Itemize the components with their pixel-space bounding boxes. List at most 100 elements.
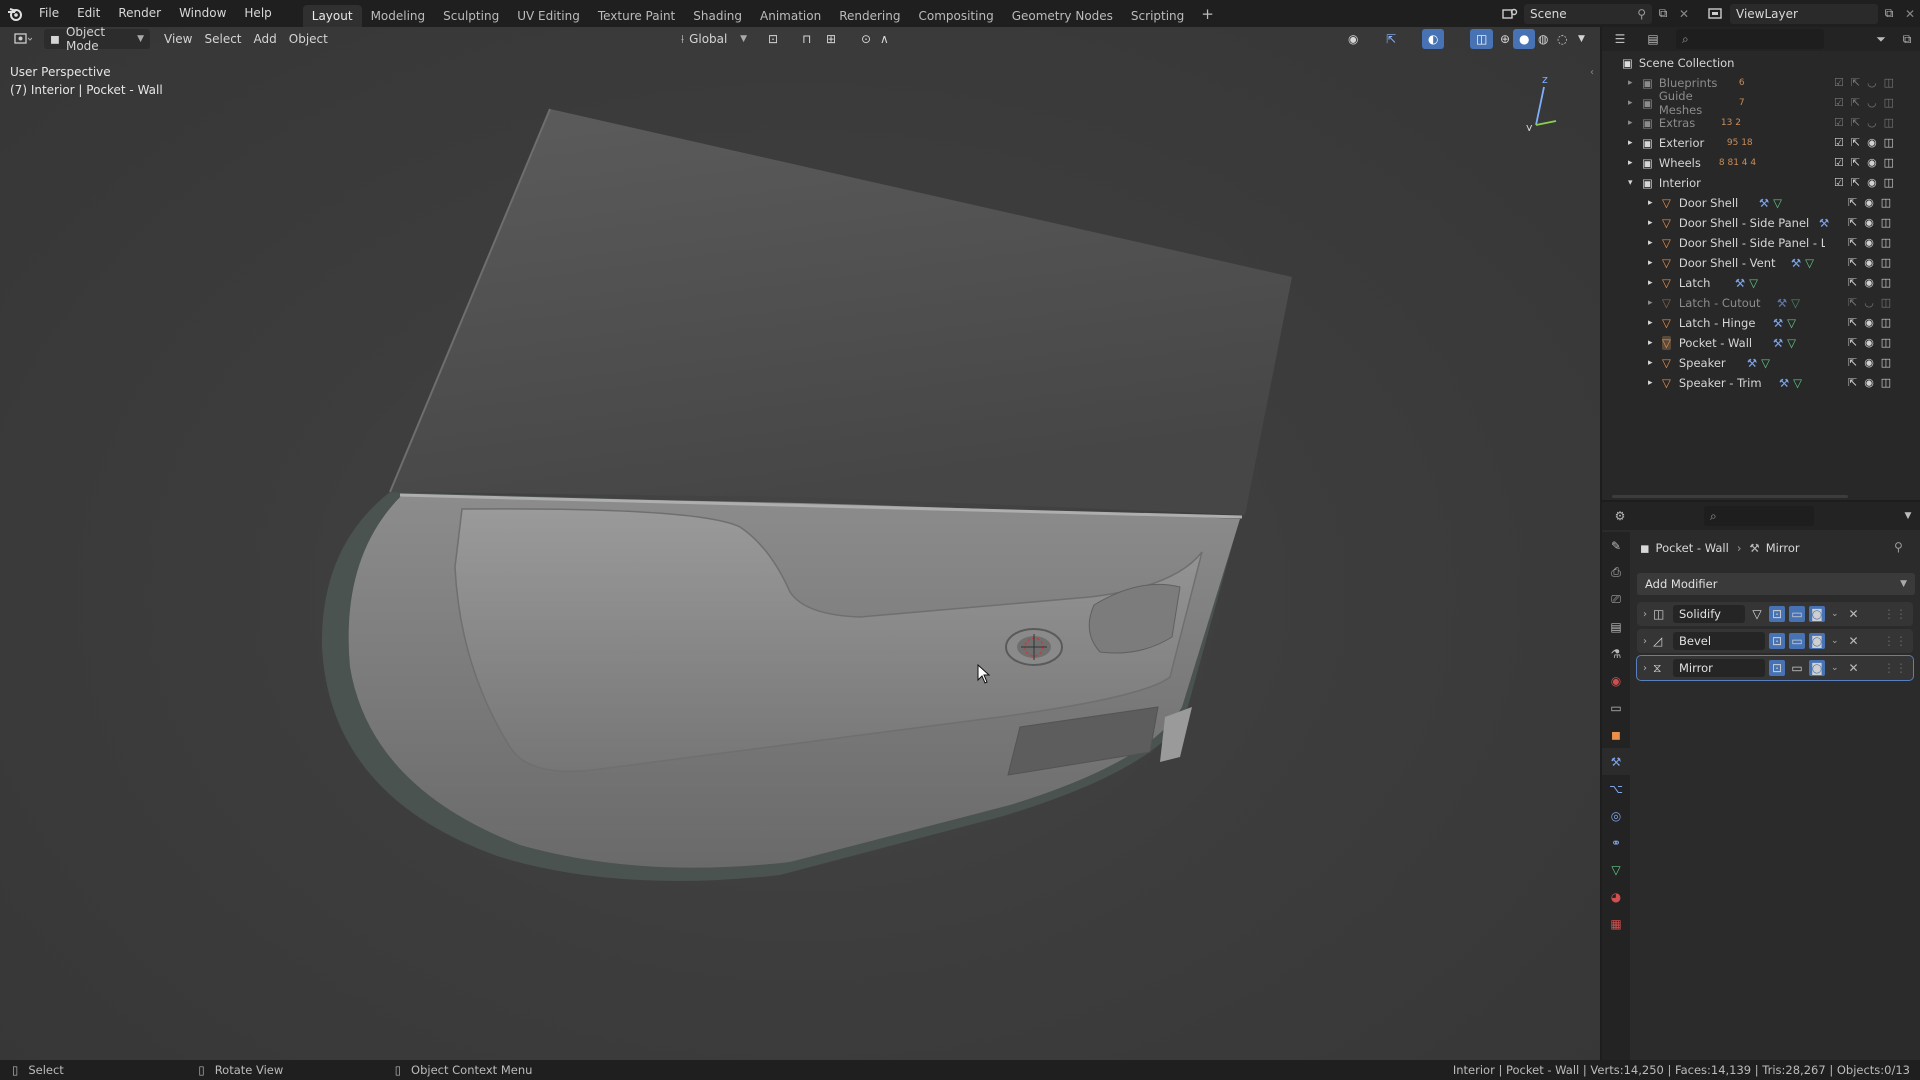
tab-compositing[interactable]: Compositing [909,5,1002,27]
menu-window[interactable]: Window [170,0,235,27]
tab-scripting[interactable]: Scripting [1122,5,1193,27]
properties-editor-type-icon[interactable]: ⚙ [1602,509,1638,523]
toggle-row[interactable]: ⇱ ◉ ◫ [1834,213,1918,233]
close-icon[interactable]: ✕ [1849,607,1859,621]
scene-tab-icon[interactable]: ⚗ [1602,640,1630,667]
expand-arrow-icon[interactable]: ▸ [1648,338,1662,348]
close-icon[interactable]: ✕ [1849,661,1859,675]
toggle-row[interactable]: ☑ ⇱ ◉ ◫ [1834,153,1918,173]
modifier-bevel[interactable]: › ◿ Bevel ⊡ ▭ ◙ ⌄ ✕ ⋮⋮ [1637,629,1913,653]
expand-arrow-icon[interactable]: › [1637,609,1653,620]
toggle-row[interactable]: ⇱ ◉ ◫ [1834,273,1918,293]
menu-render[interactable]: Render [109,0,170,27]
expand-arrow-icon[interactable]: ▸ [1648,198,1662,208]
expand-arrow-icon[interactable]: ▸ [1628,138,1642,148]
new-scene-icon[interactable]: ⧉ [1652,6,1674,21]
view-layer-tab-icon[interactable]: ▤ [1602,613,1630,640]
3d-viewport[interactable]: ◼ Object Mode ▼ View Select Add Object ⟊… [0,27,1600,1060]
drag-handle-icon[interactable]: ⋮⋮ [1883,634,1907,648]
toggle-row[interactable]: ☑ ⇱ ◉ ◫ [1834,173,1918,193]
new-view-layer-icon[interactable]: ⧉ [1878,6,1900,21]
render-display-icon[interactable]: ◙ [1809,633,1825,649]
outliner-editor-type-icon[interactable]: ☰ [1602,32,1638,46]
toggle-row[interactable]: ☑ ⇱ ◡ ◫ [1834,93,1918,113]
on-cage-icon[interactable]: ▽ [1749,606,1765,622]
modifier-tab-icon[interactable]: ⚒ [1602,748,1630,775]
expand-arrow-icon[interactable]: ▸ [1648,258,1662,268]
menu-edit[interactable]: Edit [68,0,109,27]
output-tab-icon[interactable]: ⎚ [1602,586,1630,613]
toggle-row[interactable]: ⇱ ◉ ◫ [1834,373,1918,393]
modifier-name[interactable]: Mirror [1673,659,1765,677]
expand-arrow-icon[interactable]: ▸ [1648,238,1662,248]
edit-mode-icon[interactable]: ⊡ [1769,660,1785,676]
toggle-row[interactable]: ⇱ ◉ ◫ [1834,253,1918,273]
tab-shading[interactable]: Shading [684,5,751,27]
edit-mode-icon[interactable]: ⊡ [1769,606,1785,622]
render-display-icon[interactable]: ◙ [1809,606,1825,622]
viewport-display-icon[interactable]: ▭ [1789,660,1805,676]
scene-field[interactable]: Scene ⚲ [1524,3,1652,24]
tab-sculpting[interactable]: Sculpting [434,5,508,27]
drag-handle-icon[interactable]: ⋮⋮ [1883,607,1907,621]
expand-arrow-icon[interactable]: ▸ [1648,358,1662,368]
chevron-down-icon[interactable]: ⌄ [1831,663,1839,673]
expand-arrow-icon[interactable]: › [1637,636,1653,647]
expand-arrow-icon[interactable]: ▸ [1648,378,1662,388]
render-display-icon[interactable]: ◙ [1809,660,1825,676]
object-tab-icon[interactable]: ◼ [1602,721,1630,748]
collection-tab-icon[interactable]: ▭ [1602,694,1630,721]
physics-tab-icon[interactable]: ◎ [1602,802,1630,829]
menu-file[interactable]: File [30,0,68,27]
view-layer-icon[interactable] [1702,7,1730,21]
options-chevron-icon[interactable]: ▼ [1896,511,1920,521]
viewport-display-icon[interactable]: ▭ [1789,633,1805,649]
properties-search-input[interactable]: ⌕ [1704,506,1814,526]
expand-arrow-icon[interactable]: › [1637,663,1653,674]
modifier-name[interactable]: Solidify [1673,605,1745,623]
outliner-search-input[interactable]: ⌕ [1676,29,1824,49]
pin-icon[interactable]: ⚲ [1637,7,1646,21]
add-workspace-icon[interactable]: + [1193,5,1222,23]
expand-arrow-icon[interactable]: ▸ [1648,218,1662,228]
modifier-mirror[interactable]: › ⧖ Mirror ⊡ ▭ ◙ ⌄ ✕ ⋮⋮ [1636,655,1914,681]
toggle-row[interactable]: ⇱ ◡ ◫ [1834,293,1918,313]
expand-arrow-icon[interactable]: ▸ [1648,298,1662,308]
tool-tab-icon[interactable]: ✎ [1602,532,1630,559]
tab-rendering[interactable]: Rendering [830,5,909,27]
outliner-scrollbar[interactable] [1612,495,1848,498]
delete-view-layer-icon[interactable]: ✕ [1900,7,1920,21]
tab-modeling[interactable]: Modeling [362,5,435,27]
tree-row-scene-collection[interactable]: ▣ Scene Collection [1602,53,1920,73]
chevron-down-icon[interactable]: ⌄ [1831,636,1839,646]
toggle-row[interactable]: ⇱ ◉ ◫ [1834,233,1918,253]
data-tab-icon[interactable]: ▽ [1602,856,1630,883]
expand-arrow-icon[interactable]: ▸ [1628,118,1642,128]
toggle-row[interactable]: ☑ ⇱ ◉ ◫ [1834,133,1918,153]
outliner-panel[interactable]: ☰ ▤ ⌕ ⏷ ⧉ ▣ Scene Collection ▸ ▣ Bluepri… [1602,27,1920,500]
constraints-tab-icon[interactable]: ⚭ [1602,829,1630,856]
tab-layout[interactable]: Layout [302,4,362,27]
toggle-row[interactable]: ⇱ ◉ ◫ [1834,193,1918,213]
expand-arrow-icon[interactable]: ▸ [1628,78,1642,88]
close-icon[interactable]: ✕ [1849,634,1859,648]
tab-uv-editing[interactable]: UV Editing [508,5,589,27]
toggle-row[interactable]: ☑ ⇱ ◡ ◫ [1834,73,1918,93]
edit-mode-icon[interactable]: ⊡ [1769,633,1785,649]
render-tab-icon[interactable]: ⎙ [1602,559,1630,586]
display-mode-icon[interactable]: ▤ [1638,32,1668,46]
pin-icon[interactable]: ⚲ [1894,540,1903,554]
expand-arrow-icon[interactable]: ▸ [1628,158,1642,168]
chevron-down-icon[interactable]: ⌄ [1831,609,1839,619]
tab-animation[interactable]: Animation [751,5,830,27]
material-tab-icon[interactable]: ◕ [1602,883,1630,910]
add-modifier-button[interactable]: Add Modifier ▼ [1637,573,1915,595]
tab-geometry-nodes[interactable]: Geometry Nodes [1003,5,1122,27]
world-tab-icon[interactable]: ◉ [1602,667,1630,694]
toggle-row[interactable]: ⇱ ◉ ◫ [1834,353,1918,373]
modifier-name[interactable]: Bevel [1673,632,1765,650]
expand-arrow-icon[interactable]: ▸ [1628,98,1642,108]
filter-icon[interactable]: ⏷ [1868,32,1894,47]
scene-icon[interactable] [1496,7,1524,21]
toggle-row[interactable]: ⇱ ◉ ◫ [1834,333,1918,353]
